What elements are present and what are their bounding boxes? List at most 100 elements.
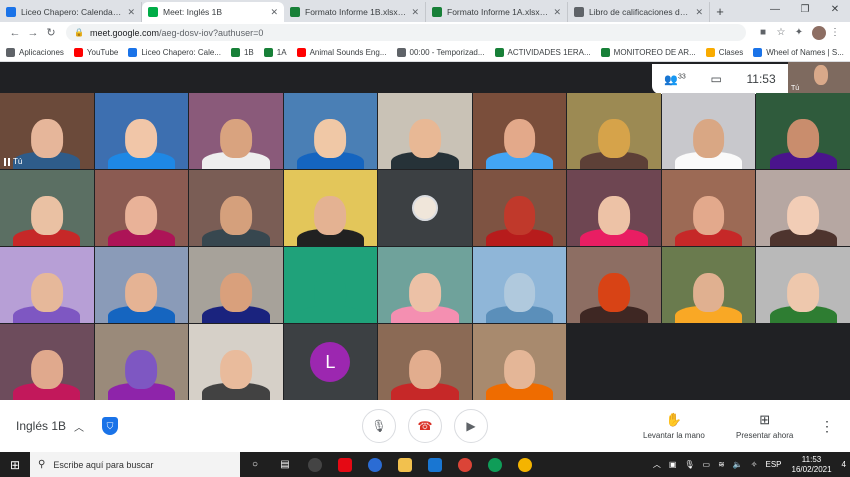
- participant-tile[interactable]: [567, 170, 661, 246]
- participants-button[interactable]: 👥33: [664, 73, 686, 86]
- bookmark-item[interactable]: YouTube: [73, 47, 118, 57]
- bookmark-item[interactable]: Wheel of Names | S...: [753, 47, 844, 57]
- participant-tile[interactable]: [756, 93, 850, 169]
- language-indicator[interactable]: ESP: [765, 460, 781, 469]
- participant-tile[interactable]: [567, 93, 661, 169]
- close-window-icon[interactable]: ✕: [820, 0, 850, 20]
- bookmark-item[interactable]: Liceo Chapero: Cale...: [128, 47, 221, 57]
- participant-tile[interactable]: [94, 93, 189, 169]
- microphone-button[interactable]: 🎙: [362, 409, 396, 443]
- participant-tile[interactable]: [0, 170, 94, 246]
- chat-icon[interactable]: ▭: [711, 72, 722, 86]
- browser-tab[interactable]: Formato Informe 1B.xlsx - Hoja ✕: [284, 2, 426, 22]
- participant-tile[interactable]: [189, 93, 283, 169]
- bookmark-item[interactable]: 1A: [263, 47, 287, 57]
- participant-tile[interactable]: [0, 324, 94, 400]
- participant-tile[interactable]: Tú: [0, 93, 94, 169]
- participant-tile[interactable]: [661, 170, 756, 246]
- mic-tray-icon[interactable]: 🎙: [684, 460, 694, 469]
- clock[interactable]: 11:53 16/02/2021: [792, 455, 832, 475]
- camera-icon[interactable]: ■: [754, 27, 772, 38]
- participant-tile[interactable]: [94, 247, 189, 323]
- present-now-button[interactable]: ⊞ Presentar ahora: [736, 412, 793, 440]
- restore-icon[interactable]: ❐: [790, 0, 820, 20]
- participant-tile[interactable]: [472, 324, 567, 400]
- participant-tile[interactable]: [661, 247, 756, 323]
- host-controls-shield-icon[interactable]: ⛉: [102, 417, 118, 435]
- participant-tile[interactable]: [472, 170, 567, 246]
- participant-tile[interactable]: [0, 247, 94, 323]
- bookmark-item[interactable]: MONITOREO DE AR...: [600, 47, 696, 57]
- tab-close-icon[interactable]: ✕: [127, 7, 135, 18]
- chrome-second-icon[interactable]: [510, 452, 540, 477]
- participant-tile[interactable]: [378, 324, 472, 400]
- participant-tile[interactable]: [94, 324, 189, 400]
- notification-count[interactable]: 4: [842, 460, 846, 469]
- participant-tile[interactable]: [189, 324, 283, 400]
- participant-tile[interactable]: [189, 170, 283, 246]
- tab-close-icon[interactable]: ✕: [695, 7, 703, 18]
- more-options-icon[interactable]: ⋮: [820, 418, 834, 435]
- dell-icon[interactable]: [300, 452, 330, 477]
- tab-close-icon[interactable]: ✕: [270, 7, 278, 18]
- participant-tile-avatar[interactable]: [378, 170, 472, 246]
- task-view-icon[interactable]: ○: [240, 452, 270, 477]
- browser-tab[interactable]: Formato Informe 1A.xlsx - Hoja ✕: [426, 2, 568, 22]
- participant-tile[interactable]: [472, 93, 567, 169]
- participant-tile[interactable]: [283, 170, 378, 246]
- tray-expand-icon[interactable]: ︿: [653, 459, 661, 470]
- participant-tile-letter[interactable]: L: [283, 324, 378, 400]
- taskbar-search[interactable]: ⚲ Escribe aquí para buscar: [30, 452, 240, 477]
- participant-tile[interactable]: [283, 93, 378, 169]
- volume-icon[interactable]: 🔈: [733, 460, 743, 469]
- leave-call-button[interactable]: ☎: [408, 409, 442, 443]
- tab-close-icon[interactable]: ✕: [553, 7, 561, 18]
- raise-hand-button[interactable]: ✋ Levantar la mano: [643, 412, 705, 440]
- browser-tab[interactable]: Libro de calificaciones de Soc ✕: [568, 2, 710, 22]
- wifi-icon[interactable]: ≋: [718, 460, 725, 469]
- tab-close-icon[interactable]: ✕: [411, 7, 419, 18]
- camera-button[interactable]: ▶: [454, 409, 488, 443]
- bookmark-item[interactable]: 1B: [230, 47, 254, 57]
- participant-tile[interactable]: [378, 247, 472, 323]
- windows-start-icon[interactable]: ⊞: [0, 458, 30, 472]
- participant-tile[interactable]: [756, 170, 850, 246]
- address-bar[interactable]: 🔒 meet.google.com/aeg-dosv-iov?authuser=…: [66, 24, 746, 41]
- widgets-icon[interactable]: ▤: [270, 452, 300, 477]
- back-icon[interactable]: ←: [6, 27, 24, 39]
- new-tab-button[interactable]: +: [710, 2, 730, 22]
- mail-icon[interactable]: [420, 452, 450, 477]
- bookmark-item[interactable]: ACTIVIDADES 1ERA...: [494, 47, 591, 57]
- meet-tray-icon[interactable]: ▣: [669, 460, 677, 469]
- menu-icon[interactable]: ⋮: [826, 27, 844, 38]
- participant-tile[interactable]: [189, 247, 283, 323]
- extensions-icon[interactable]: ✦: [790, 27, 808, 38]
- participant-tile[interactable]: [567, 247, 661, 323]
- self-view-tile[interactable]: Tú: [788, 62, 850, 94]
- bookmark-item[interactable]: Aplicaciones: [6, 47, 64, 57]
- edge-icon[interactable]: [360, 452, 390, 477]
- chrome-profile-icon[interactable]: [480, 452, 510, 477]
- star-icon[interactable]: ☆: [772, 27, 790, 38]
- bookmark-item[interactable]: 00:00 - Temporizad...: [396, 47, 485, 57]
- browser-tab[interactable]: Meet: Inglés 1B ✕: [142, 2, 284, 22]
- participant-tile[interactable]: [661, 93, 756, 169]
- participant-tile[interactable]: [756, 247, 850, 323]
- meeting-details[interactable]: Inglés 1B ︿: [16, 419, 84, 434]
- participant-tile[interactable]: [94, 170, 189, 246]
- browser-tab[interactable]: Liceo Chapero: Calendario - m ✕: [0, 2, 142, 22]
- battery-icon[interactable]: ▭: [703, 460, 711, 469]
- file-explorer-icon[interactable]: [390, 452, 420, 477]
- minimize-icon[interactable]: —: [760, 0, 790, 20]
- participant-tile[interactable]: [472, 247, 567, 323]
- chrome-icon[interactable]: [450, 452, 480, 477]
- bookmark-item[interactable]: Animal Sounds Eng...: [296, 47, 387, 57]
- profile-avatar[interactable]: [812, 25, 826, 40]
- participant-tile[interactable]: [283, 247, 378, 323]
- participant-tile[interactable]: [378, 93, 472, 169]
- dropbox-icon[interactable]: ✧: [751, 460, 758, 469]
- netflix-icon[interactable]: [330, 452, 360, 477]
- bookmark-item[interactable]: Clases: [705, 47, 743, 57]
- forward-icon[interactable]: →: [24, 27, 42, 39]
- reload-icon[interactable]: ↻: [42, 26, 60, 39]
